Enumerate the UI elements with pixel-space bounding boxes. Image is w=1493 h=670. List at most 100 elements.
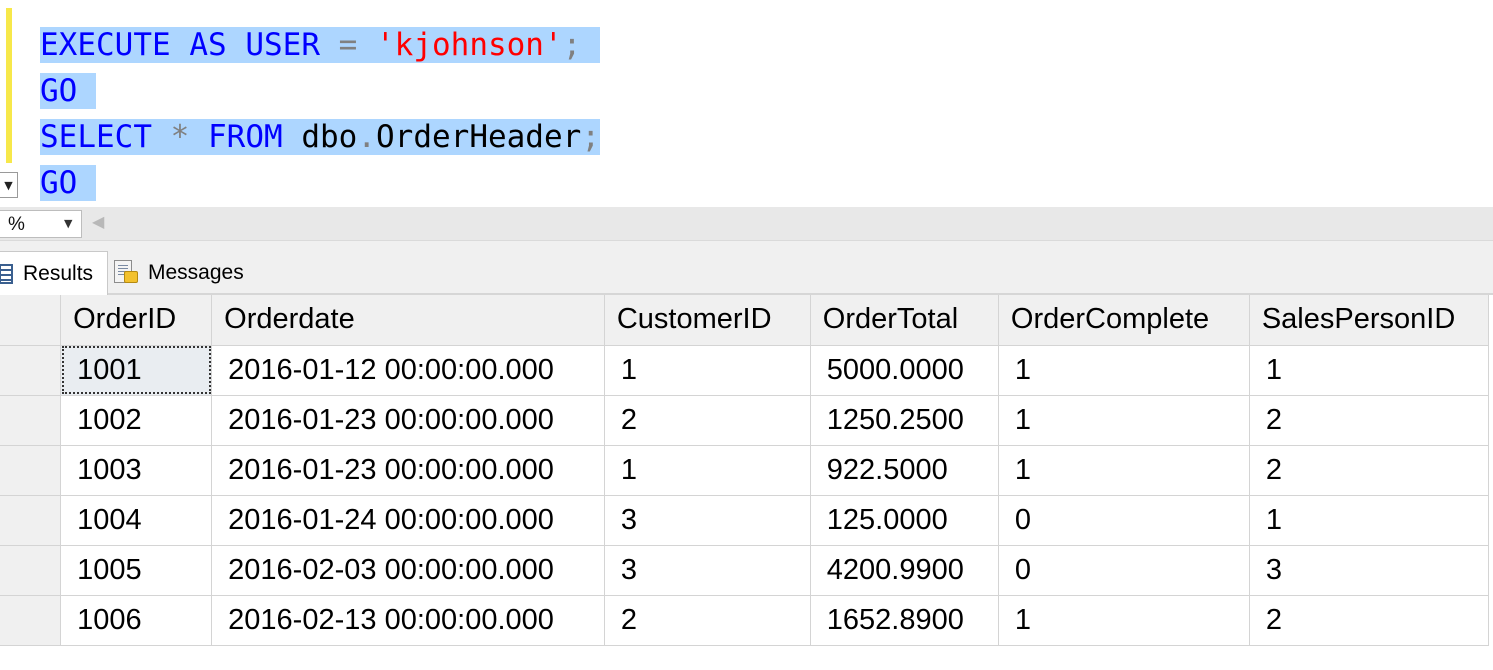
code-token: USER: [245, 27, 320, 63]
scroll-left-arrow-icon[interactable]: ◀: [92, 212, 104, 231]
table-cell[interactable]: 2016-01-12 00:00:00.000: [211, 345, 605, 396]
column-header[interactable]: OrderTotal: [810, 295, 999, 346]
code-token: OrderHeader: [376, 119, 582, 155]
column-header[interactable]: CustomerID: [604, 295, 811, 346]
table-cell[interactable]: 1006: [60, 595, 213, 646]
code-token: ;: [562, 27, 600, 63]
column-header[interactable]: Orderdate: [211, 295, 605, 346]
code-token: dbo: [301, 119, 358, 155]
table-row[interactable]: 110012016-01-12 00:00:00.00015000.000011: [0, 345, 1490, 396]
change-tracking-bar: [6, 8, 12, 163]
table-cell[interactable]: 2: [1249, 445, 1490, 496]
collapse-arrow-icon[interactable]: ▼: [0, 172, 18, 198]
results-grid[interactable]: OrderID Orderdate CustomerID OrderTotal …: [0, 295, 1493, 670]
table-cell[interactable]: 3: [1249, 545, 1490, 596]
tab-results[interactable]: Results: [0, 251, 108, 295]
row-number[interactable]: 1: [0, 345, 62, 396]
column-header[interactable]: OrderID: [60, 295, 213, 346]
code-token: 'kjohnson': [376, 27, 563, 63]
table-cell[interactable]: 1001: [60, 345, 213, 396]
row-number[interactable]: 5: [0, 545, 62, 596]
table-cell[interactable]: 1: [998, 345, 1250, 396]
table-cell[interactable]: 1002: [60, 395, 213, 446]
tab-messages[interactable]: Messages: [112, 251, 264, 295]
table-cell[interactable]: 1: [998, 395, 1250, 446]
table-cell[interactable]: 1: [998, 595, 1250, 646]
table-row[interactable]: 410042016-01-24 00:00:00.0003125.000001: [0, 495, 1490, 546]
code-token: ;: [581, 119, 600, 155]
table-row[interactable]: 510052016-02-03 00:00:00.00034200.990003: [0, 545, 1490, 596]
table-cell[interactable]: 1003: [60, 445, 213, 496]
table-cell[interactable]: 2016-02-13 00:00:00.000: [211, 595, 605, 646]
table-cell[interactable]: 125.0000: [810, 495, 999, 546]
grid-icon: [0, 263, 13, 284]
row-header-corner[interactable]: [0, 295, 62, 346]
table-cell[interactable]: 1004: [60, 495, 213, 546]
column-header[interactable]: OrderComplete: [998, 295, 1250, 346]
table-row[interactable]: 610062016-02-13 00:00:00.00021652.890012: [0, 595, 1490, 646]
code-line[interactable]: GO: [40, 69, 96, 114]
grid-header-row: OrderID Orderdate CustomerID OrderTotal …: [0, 295, 1490, 346]
table-cell[interactable]: 2016-01-23 00:00:00.000: [211, 445, 605, 496]
zoom-dropdown[interactable]: % ▼: [0, 210, 82, 238]
query-editor[interactable]: EXECUTE AS USER = 'kjohnson'; GO SELECT …: [0, 0, 1493, 207]
row-number[interactable]: 2: [0, 395, 62, 446]
column-header[interactable]: SalesPersonID: [1249, 295, 1490, 346]
results-tab-bar: Results Messages: [0, 241, 1493, 295]
table-cell[interactable]: 2: [1249, 395, 1490, 446]
tab-results-label: Results: [23, 261, 94, 285]
code-token: GO: [40, 73, 78, 109]
code-token: SELECT: [40, 119, 152, 155]
code-line[interactable]: GO: [40, 161, 96, 206]
table-cell[interactable]: 2016-02-03 00:00:00.000: [211, 545, 605, 596]
table-cell[interactable]: 2: [604, 595, 811, 646]
table-cell[interactable]: 1: [1249, 345, 1490, 396]
code-token: GO: [40, 165, 78, 201]
table-cell[interactable]: 2: [604, 395, 811, 446]
table-cell[interactable]: 3: [604, 495, 811, 546]
table-cell[interactable]: 922.5000: [810, 445, 999, 496]
table-cell[interactable]: 1: [1249, 495, 1490, 546]
table-row[interactable]: 310032016-01-23 00:00:00.0001922.500012: [0, 445, 1490, 496]
code-token: FROM: [208, 119, 283, 155]
code-token: =: [338, 27, 358, 63]
table-cell[interactable]: 2016-01-23 00:00:00.000: [211, 395, 605, 446]
table-cell[interactable]: 1: [604, 445, 811, 496]
row-number[interactable]: 6: [0, 595, 62, 646]
row-number[interactable]: 3: [0, 445, 62, 496]
table-cell[interactable]: 1: [998, 445, 1250, 496]
table-cell[interactable]: 1005: [60, 545, 213, 596]
table-cell[interactable]: 2: [1249, 595, 1490, 646]
code-token: EXECUTE: [40, 27, 171, 63]
table-cell[interactable]: 0: [998, 495, 1250, 546]
code-token: AS: [189, 27, 227, 63]
table-row[interactable]: 210022016-01-23 00:00:00.00021250.250012: [0, 395, 1490, 446]
row-number[interactable]: 4: [0, 495, 62, 546]
table-cell[interactable]: 5000.0000: [810, 345, 999, 396]
table-cell[interactable]: 1: [604, 345, 811, 396]
table-cell[interactable]: 1652.8900: [810, 595, 999, 646]
code-token: .: [357, 119, 376, 155]
zoom-scroll-strip: % ▼ ◀: [0, 207, 1493, 241]
zoom-value: %: [8, 214, 25, 235]
table-cell[interactable]: 0: [998, 545, 1250, 596]
table-cell[interactable]: 4200.9900: [810, 545, 999, 596]
code-token: *: [170, 119, 190, 155]
messages-icon: [112, 259, 138, 287]
chevron-down-icon: ▼: [64, 217, 73, 230]
table-cell[interactable]: 3: [604, 545, 811, 596]
table-cell[interactable]: 2016-01-24 00:00:00.000: [211, 495, 605, 546]
table-cell[interactable]: 1250.2500: [810, 395, 999, 446]
code-line[interactable]: SELECT * FROM dbo.OrderHeader;: [40, 115, 600, 160]
code-line[interactable]: EXECUTE AS USER = 'kjohnson';: [40, 23, 600, 68]
tab-messages-label: Messages: [148, 261, 244, 284]
